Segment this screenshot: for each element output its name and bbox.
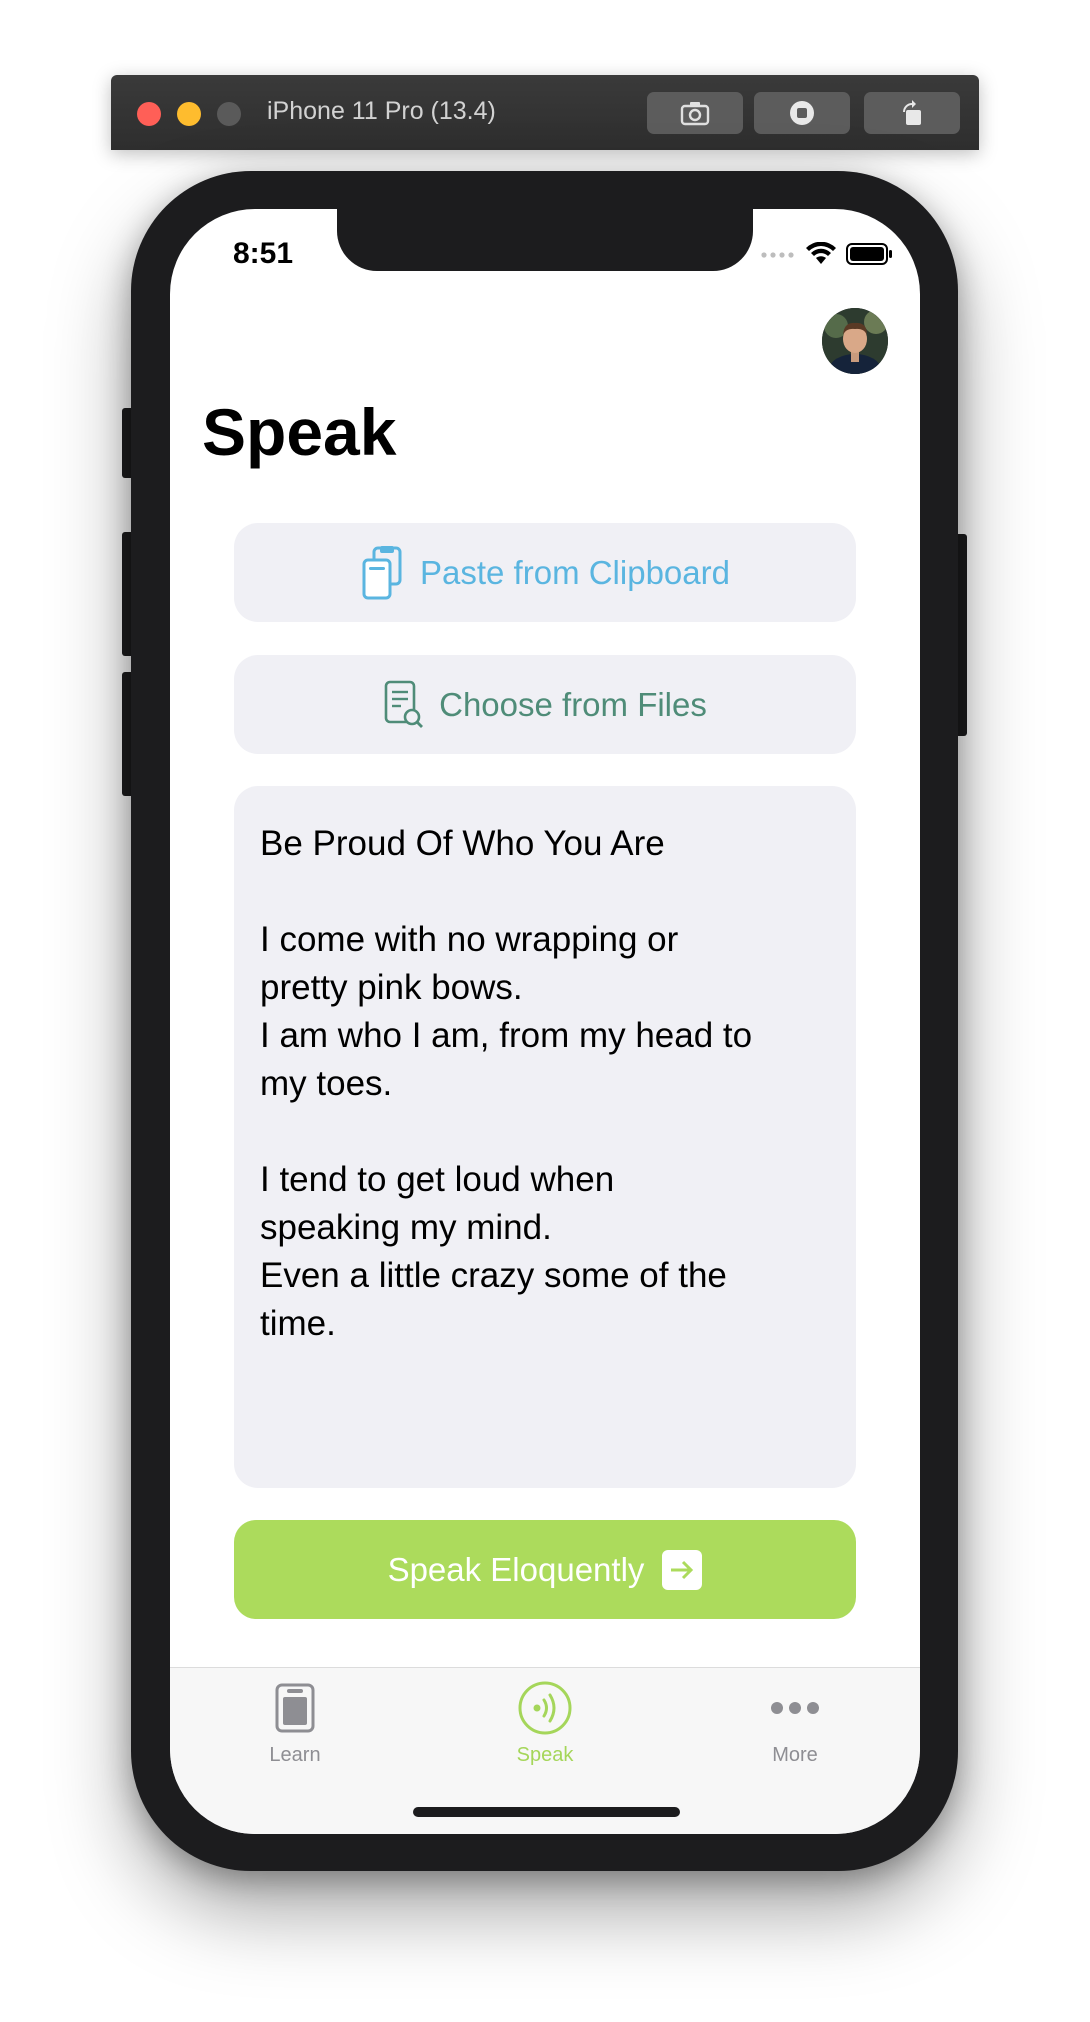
book-icon [275, 1680, 315, 1736]
home-indicator[interactable] [413, 1807, 680, 1817]
simulator-titlebar: iPhone 11 Pro (13.4) [111, 75, 979, 150]
phone-screen: 8:51 Speak Paste from Clipboard Choose f… [170, 209, 920, 1834]
wifi-icon [806, 242, 836, 264]
simulator-title: iPhone 11 Pro (13.4) [267, 97, 496, 125]
home-square-icon [790, 101, 814, 125]
minimize-window-button[interactable] [177, 102, 201, 126]
home-button[interactable] [754, 92, 850, 134]
speak-eloquently-button[interactable]: Speak Eloquently [234, 1520, 856, 1619]
tab-more-label: More [772, 1744, 818, 1766]
text-line: time. [260, 1304, 336, 1343]
rotate-button[interactable] [864, 92, 960, 134]
text-line: Be Proud Of Who You Are [260, 824, 665, 863]
clipboard-icon [362, 545, 402, 599]
text-line: I come with no wrapping or [260, 920, 679, 959]
camera-icon [680, 102, 710, 126]
tab-speak-label: Speak [516, 1744, 574, 1766]
speak-eloquently-label: Speak Eloquently [387, 1550, 645, 1588]
text-line: I am who I am, from my head to [260, 1016, 753, 1055]
choose-files-button[interactable]: Choose from Files [234, 655, 856, 754]
screenshot-button[interactable] [647, 92, 743, 134]
simulator-stage: iPhone 11 Pro (13.4) 8:51 Speak Paste fr… [0, 0, 1090, 2022]
page-title: Speak [202, 395, 397, 469]
profile-avatar[interactable] [822, 308, 888, 374]
rotate-icon [903, 100, 921, 125]
text-line: pretty pink bows. [260, 968, 523, 1007]
cellular-signal-icon [761, 252, 794, 258]
status-time: 8:51 [233, 237, 294, 270]
text-line: Even a little crazy some of the [260, 1256, 727, 1295]
tab-learn[interactable]: Learn [170, 1668, 420, 1778]
speech-text-area[interactable]: Be Proud Of Who You Are I come with no w… [234, 786, 856, 1488]
battery-icon [846, 243, 892, 265]
paste-clipboard-button[interactable]: Paste from Clipboard [234, 523, 856, 622]
notch [337, 209, 753, 271]
choose-files-label: Choose from Files [439, 685, 707, 723]
paste-clipboard-label: Paste from Clipboard [420, 553, 730, 591]
tab-more[interactable]: More [670, 1668, 920, 1778]
tab-speak[interactable]: Speak [420, 1668, 670, 1778]
close-window-button[interactable] [137, 102, 161, 126]
text-line: my toes. [260, 1064, 393, 1103]
avatar-photo [822, 308, 888, 374]
text-line: speaking my mind. [260, 1208, 552, 1247]
zoom-window-button[interactable] [217, 102, 241, 126]
document-search-icon [384, 680, 424, 728]
ellipsis-icon [770, 1680, 820, 1736]
text-line: I tend to get loud when [260, 1160, 615, 1199]
tab-learn-label: Learn [269, 1744, 321, 1766]
broadcast-icon [517, 1680, 573, 1736]
arrow-right-icon [662, 1549, 703, 1590]
status-indicators [760, 242, 894, 266]
